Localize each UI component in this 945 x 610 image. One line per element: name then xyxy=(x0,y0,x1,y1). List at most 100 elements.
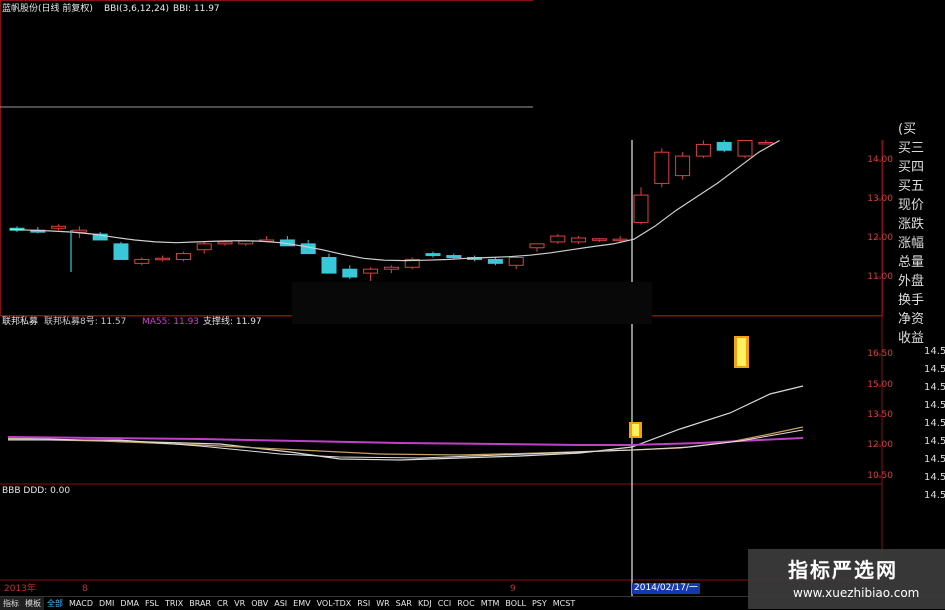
candle-up xyxy=(134,258,150,264)
candle-up xyxy=(175,253,191,260)
candle-up xyxy=(654,151,670,184)
quote-label: 现价 xyxy=(898,198,925,213)
candle-up xyxy=(591,238,607,241)
tab-mtm[interactable]: MTM xyxy=(478,597,503,610)
candle-up xyxy=(383,266,399,270)
tab-psy[interactable]: PSY xyxy=(529,597,550,610)
date-marker: 8 xyxy=(82,584,88,594)
tab-template[interactable]: 模板 xyxy=(22,597,44,610)
quote-label: 净资 xyxy=(898,312,925,327)
quote-label: 涨跌 xyxy=(898,217,925,232)
tab-brar[interactable]: BRAR xyxy=(186,597,214,610)
indicator-panel-title[interactable]: 联邦私募 xyxy=(2,317,38,328)
tab-indicator[interactable]: 指标 xyxy=(0,597,22,610)
candle-up xyxy=(695,143,711,157)
tab-wr[interactable]: WR xyxy=(373,597,392,610)
tab-vol-tdx[interactable]: VOL-TDX xyxy=(314,597,355,610)
candle-up xyxy=(363,268,379,274)
sub-ytick: 12.00 xyxy=(867,440,893,450)
kline-chart[interactable] xyxy=(0,0,945,609)
indicator-line3-label: 支撑线: 11.97 xyxy=(203,317,262,327)
sub-ytick: 16.50 xyxy=(867,349,893,359)
candle-down xyxy=(300,243,316,255)
tab-dma[interactable]: DMA xyxy=(117,597,142,610)
quote-label: 买三 xyxy=(898,141,925,156)
watermark-url: www.xuezhibiao.com xyxy=(793,586,920,600)
date-marker: 9 xyxy=(510,584,516,594)
indicator-line2-label: MA55: 11.93 xyxy=(142,317,200,327)
tab-obv[interactable]: OBV xyxy=(248,597,271,610)
indicator-line1-label: 联邦私募8号: 11.57 xyxy=(44,317,127,327)
quote-label: 外盘 xyxy=(898,274,925,289)
main-ytick: 13.00 xyxy=(867,194,893,204)
quote-value: 14.5 xyxy=(924,418,945,429)
candle-down xyxy=(446,255,462,259)
candle-up xyxy=(550,235,566,243)
candle-up xyxy=(238,240,254,245)
tab-macd[interactable]: MACD xyxy=(66,597,96,610)
candle-down xyxy=(487,258,503,264)
quote-value: 14.5 xyxy=(924,436,945,447)
quote-value: 14.5 xyxy=(924,454,945,465)
candle-down xyxy=(425,253,441,257)
quote-value: 14.5 xyxy=(924,400,945,411)
tab-cr[interactable]: CR xyxy=(214,597,231,610)
watermark: 指标严选网 www.xuezhibiao.com xyxy=(748,549,945,609)
tab-cci[interactable]: CCI xyxy=(435,597,455,610)
quote-value: 14.5 xyxy=(924,490,945,501)
cursor-date-label: 2014/02/17/一 xyxy=(632,583,700,594)
tab-all[interactable]: 全部 xyxy=(44,597,66,610)
redaction-block xyxy=(533,0,945,140)
quote-label: 总量 xyxy=(898,255,925,270)
tab-emv[interactable]: EMV xyxy=(290,597,313,610)
tab-rsi[interactable]: RSI xyxy=(354,597,373,610)
tab-trix[interactable]: TRIX xyxy=(162,597,186,610)
sub-ytick: 15.00 xyxy=(867,380,893,390)
quote-label: 买四 xyxy=(898,160,925,175)
quote-value: 14.5 xyxy=(924,364,945,375)
quote-value: 14.5 xyxy=(924,346,945,357)
quote-label: (买 xyxy=(898,122,917,137)
tab-mcst[interactable]: MCST xyxy=(550,597,578,610)
candle-up xyxy=(633,194,649,223)
bottom-panel-title: BBB DDD: 0.00 xyxy=(2,486,71,496)
candle-up xyxy=(737,140,753,157)
indicator-name: BBI(3,6,12,24) xyxy=(104,4,169,14)
quote-label: 买五 xyxy=(898,179,925,194)
tab-kdj[interactable]: KDJ xyxy=(415,597,435,610)
tab-dmi[interactable]: DMI xyxy=(96,597,117,610)
support-line xyxy=(7,385,804,461)
signal-bar xyxy=(632,424,639,436)
sub-ytick: 13.50 xyxy=(867,410,893,420)
tab-fsl[interactable]: FSL xyxy=(142,597,162,610)
tab-roc[interactable]: ROC xyxy=(454,597,477,610)
candle-up xyxy=(612,238,628,242)
tab-asi[interactable]: ASI xyxy=(271,597,290,610)
tab-sar[interactable]: SAR xyxy=(393,597,415,610)
redaction-block xyxy=(292,282,652,324)
candle-down xyxy=(113,243,129,260)
candle-up xyxy=(571,237,587,243)
quote-value: 14.5 xyxy=(924,382,945,393)
candle-up xyxy=(217,241,233,245)
main-ytick: 14.00 xyxy=(867,155,893,165)
tab-boll[interactable]: BOLL xyxy=(502,597,529,610)
candle-down xyxy=(716,141,732,151)
main-ytick: 11.00 xyxy=(867,272,893,282)
indicator-value: BBI: 11.97 xyxy=(173,4,220,14)
quote-value: 14.5 xyxy=(924,472,945,483)
quote-label: 涨幅 xyxy=(898,236,925,251)
candle-up xyxy=(508,257,524,266)
candle-up xyxy=(529,243,545,249)
main-ytick: 12.00 xyxy=(867,233,893,243)
candle-down xyxy=(321,257,337,274)
watermark-title: 指标严选网 xyxy=(788,558,898,582)
main-ytick-marks xyxy=(876,159,882,477)
tab-vr[interactable]: VR xyxy=(231,597,248,610)
candle-down xyxy=(342,268,358,278)
candle-up xyxy=(155,257,171,261)
candles-group xyxy=(9,136,774,281)
candle-up xyxy=(675,155,691,177)
stock-title: 蓝帆股份(日线 前复权) xyxy=(2,4,93,14)
candle-up xyxy=(51,225,67,229)
